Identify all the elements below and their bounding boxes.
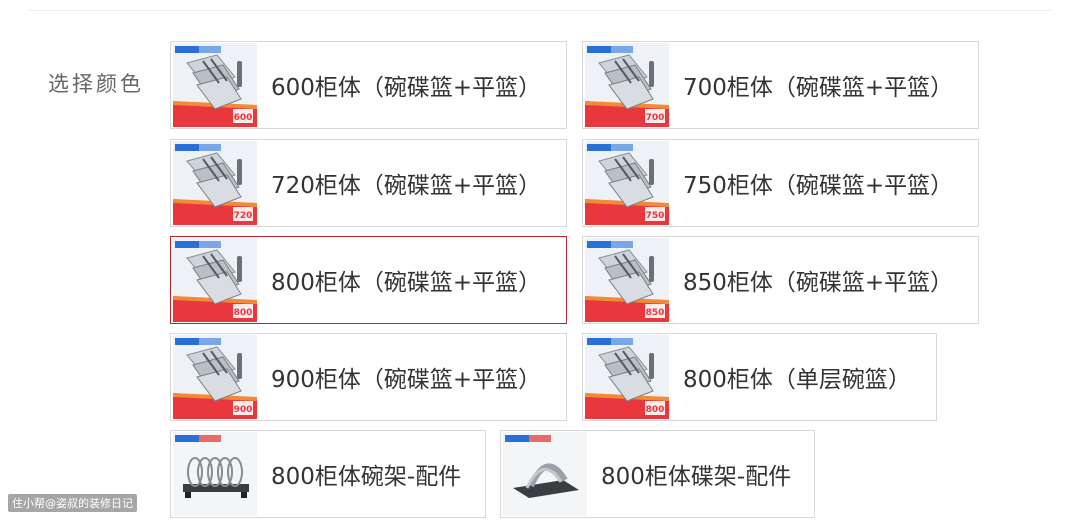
product-thumbnail: 900 — [173, 335, 257, 419]
product-thumbnail: 700 — [585, 43, 669, 127]
brand-tag — [199, 46, 221, 53]
product-thumbnail — [503, 432, 587, 516]
brand-tag — [199, 241, 221, 248]
product-image: 900 — [173, 335, 257, 419]
product-thumbnail — [173, 432, 257, 516]
price-badge-text: 750 — [646, 211, 665, 221]
option-800-plate-rack-part[interactable]: 800柜体碟架-配件 — [500, 430, 815, 518]
brand-tag — [175, 46, 199, 53]
brand-tag — [611, 46, 633, 53]
option-label: 800柜体碗架-配件 — [271, 464, 462, 490]
brand-tag — [611, 338, 633, 345]
product-image: 720 — [173, 141, 257, 225]
price-badge-text: 900 — [234, 405, 253, 415]
price-badge-text: 700 — [646, 113, 665, 123]
product-thumbnail: 600 — [173, 43, 257, 127]
price-badge-text: 800 — [646, 405, 665, 415]
brand-tag — [199, 435, 221, 442]
product-option-panel: 选择颜色 600 600柜体（碗碟篮+平篮） 700 700柜体（碗碟篮+平篮）… — [0, 0, 1080, 524]
option-label: 600柜体（碗碟篮+平篮） — [271, 75, 542, 101]
option-group-label: 选择颜色 — [48, 72, 144, 96]
price-badge-text: 800 — [234, 308, 253, 318]
brand-tag — [529, 435, 551, 442]
brand-tag — [587, 144, 611, 151]
product-image — [173, 432, 257, 516]
product-image — [503, 432, 587, 516]
product-thumbnail: 750 — [585, 141, 669, 225]
price-badge-text: 600 — [234, 113, 253, 123]
product-thumbnail: 800 — [173, 238, 257, 322]
option-750-cabinet[interactable]: 750 750柜体（碗碟篮+平篮） — [582, 139, 979, 227]
option-label: 750柜体（碗碟篮+平篮） — [683, 173, 954, 199]
option-label: 800柜体（单层碗篮） — [683, 367, 911, 393]
product-thumbnail: 800 — [585, 335, 669, 419]
price-badge-text: 850 — [646, 308, 665, 318]
brand-tag — [587, 241, 611, 248]
product-thumbnail: 720 — [173, 141, 257, 225]
option-800-single-bowl[interactable]: 800 800柜体（单层碗篮） — [582, 333, 937, 421]
product-image: 800 — [585, 335, 669, 419]
product-image: 750 — [585, 141, 669, 225]
divider — [28, 10, 1052, 11]
option-900-cabinet[interactable]: 900 900柜体（碗碟篮+平篮） — [170, 333, 567, 421]
price-badge-text: 720 — [234, 211, 253, 221]
product-image: 600 — [173, 43, 257, 127]
option-720-cabinet[interactable]: 720 720柜体（碗碟篮+平篮） — [170, 139, 567, 227]
brand-tag — [175, 435, 199, 442]
brand-tag — [175, 338, 199, 345]
thumb-background — [503, 432, 587, 516]
option-700-cabinet[interactable]: 700 700柜体（碗碟篮+平篮） — [582, 41, 979, 129]
option-label: 700柜体（碗碟篮+平篮） — [683, 75, 954, 101]
brand-tag — [175, 241, 199, 248]
option-800-cabinet[interactable]: 800 800柜体（碗碟篮+平篮） — [170, 236, 567, 324]
option-850-cabinet[interactable]: 850 850柜体（碗碟篮+平篮） — [582, 236, 979, 324]
option-label: 850柜体（碗碟篮+平篮） — [683, 270, 954, 296]
option-label: 800柜体碟架-配件 — [601, 464, 792, 490]
thumb-background — [173, 432, 257, 516]
option-label: 800柜体（碗碟篮+平篮） — [271, 270, 542, 296]
brand-tag — [505, 435, 529, 442]
option-600-cabinet[interactable]: 600 600柜体（碗碟篮+平篮） — [170, 41, 567, 129]
brand-tag — [587, 338, 611, 345]
brand-tag — [611, 144, 633, 151]
product-image: 700 — [585, 43, 669, 127]
brand-tag — [199, 338, 221, 345]
product-image: 850 — [585, 238, 669, 322]
product-thumbnail: 850 — [585, 238, 669, 322]
option-label: 720柜体（碗碟篮+平篮） — [271, 173, 542, 199]
brand-tag — [611, 241, 633, 248]
option-800-bowl-rack-part[interactable]: 800柜体碗架-配件 — [170, 430, 486, 518]
watermark: 住小帮@姿叔的装修日记 — [8, 494, 137, 512]
brand-tag — [199, 144, 221, 151]
product-image: 800 — [173, 238, 257, 322]
brand-tag — [175, 144, 199, 151]
brand-tag — [587, 46, 611, 53]
option-label: 900柜体（碗碟篮+平篮） — [271, 367, 542, 393]
